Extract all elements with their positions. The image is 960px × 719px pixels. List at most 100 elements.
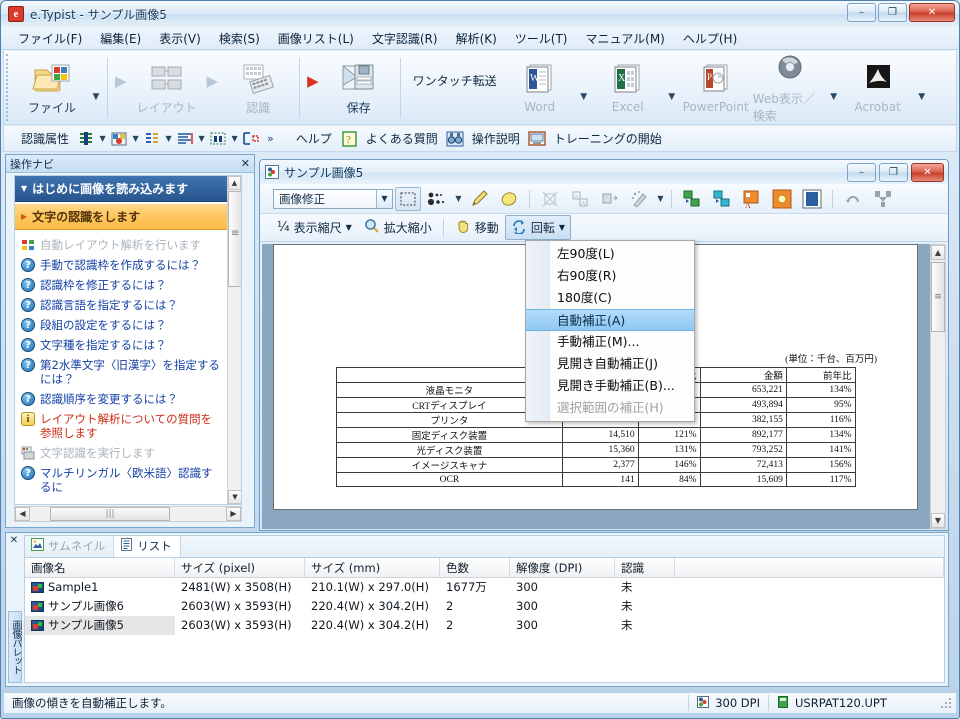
- chevron-down-icon[interactable]: ▼: [376, 189, 392, 208]
- toolbar-word-button[interactable]: W Word: [503, 53, 577, 123]
- nav-item-order[interactable]: ? 認識順序を変更するには？: [15, 389, 227, 409]
- mdi-restore-button[interactable]: ❐: [879, 162, 908, 182]
- toolbar-layout-button[interactable]: レイアウト: [130, 53, 204, 123]
- magic-wand-tool[interactable]: [627, 187, 653, 211]
- maximize-button[interactable]: ❐: [878, 3, 907, 22]
- minimize-button[interactable]: –: [847, 3, 876, 22]
- toolbar-grip[interactable]: [6, 54, 13, 121]
- select-rect-tool[interactable]: [395, 186, 421, 211]
- menuitem-rotate-left90[interactable]: 左90度(L): [526, 243, 694, 265]
- brightness-tool[interactable]: [769, 187, 795, 211]
- acrobat-dropdown-caret[interactable]: ▼: [915, 92, 929, 102]
- table-block-caret[interactable]: ▼: [163, 134, 174, 143]
- chevron-down-icon[interactable]: ▼: [559, 223, 565, 232]
- dotted-block-caret[interactable]: ▼: [229, 134, 240, 143]
- pencil-tool[interactable]: [466, 187, 492, 211]
- nav-vertical-scrollbar[interactable]: ▲ ▼: [227, 176, 241, 504]
- nav-hscroll-thumb[interactable]: |||: [50, 507, 170, 521]
- nav-item-columns[interactable]: ? 段組の設定をするには？: [15, 315, 227, 335]
- move-block-tool[interactable]: [597, 187, 623, 211]
- scroll-right-icon[interactable]: ▶: [226, 507, 241, 521]
- web-dropdown-caret[interactable]: ▼: [827, 92, 841, 102]
- document-scroll-thumb[interactable]: ≡: [931, 262, 945, 332]
- dotted-block-icon[interactable]: [208, 130, 228, 148]
- training-label[interactable]: トレーニングの開始: [548, 130, 668, 147]
- nav-item-multilingual[interactable]: ? マルチリンガル〈欧米語〉認識するに: [15, 463, 227, 497]
- list-panel-close-icon[interactable]: ✕: [8, 535, 20, 546]
- text-block-orange-tool[interactable]: A: [739, 187, 765, 211]
- photo-block-icon[interactable]: [109, 130, 129, 148]
- word-dropdown-caret[interactable]: ▼: [577, 92, 591, 102]
- col-header-dpi[interactable]: 解像度 (DPI): [510, 557, 615, 578]
- list-item[interactable]: サンプル画像5 2603(W) x 3593(H) 220.4(W) x 304…: [25, 616, 944, 635]
- toolbar-file-button[interactable]: ファイル: [15, 53, 89, 123]
- toolbar-excel-button[interactable]: X Excel: [591, 53, 665, 123]
- toolbar-save-button[interactable]: 保存: [322, 53, 396, 123]
- image-palette-vertical-tab[interactable]: 画像パレット: [8, 611, 22, 683]
- toolbar-acrobat-button[interactable]: Acrobat: [841, 53, 915, 123]
- zoom-scale-button[interactable]: ¼ 表示縮尺 ▼: [271, 216, 358, 239]
- undo-tool[interactable]: [840, 187, 866, 211]
- edit-mode-combo[interactable]: 画像修正 ▼: [273, 188, 393, 209]
- col-header-colors[interactable]: 色数: [440, 557, 510, 578]
- char-replace-tool[interactable]: A A: [567, 187, 593, 211]
- table-block-icon[interactable]: [142, 130, 162, 148]
- frame-block-icon[interactable]: [241, 130, 261, 148]
- dot-size-tool[interactable]: [425, 187, 451, 211]
- menu-help[interactable]: ヘルプ(H): [674, 27, 746, 50]
- monitor-training-icon[interactable]: [527, 130, 547, 148]
- nav-horizontal-scrollbar[interactable]: ◀ ||| ▶: [14, 506, 242, 522]
- faq-question-icon[interactable]: ?: [339, 130, 359, 148]
- rotate-button[interactable]: 回転 ▼: [504, 215, 571, 240]
- scroll-up-icon[interactable]: ▲: [931, 245, 945, 260]
- col-header-status[interactable]: 認識: [615, 557, 675, 578]
- toolbar-recognize-button[interactable]: 認識: [221, 53, 295, 123]
- chevron-down-icon[interactable]: ▼: [346, 223, 352, 232]
- col-header-name[interactable]: 画像名: [25, 557, 175, 578]
- resize-grip-icon[interactable]: [939, 696, 953, 710]
- toolbar-powerpoint-button[interactable]: P PowerPoint: [679, 53, 753, 123]
- faq-label[interactable]: よくある質問: [360, 130, 444, 147]
- nav-close-icon[interactable]: ✕: [241, 157, 250, 170]
- menuitem-spread-manual-correct[interactable]: 見開き手動補正(B)...: [526, 375, 694, 397]
- insert-cyan-block-tool[interactable]: [709, 187, 735, 211]
- toolbar-web-button[interactable]: Web表示／検索: [753, 53, 827, 123]
- pan-button[interactable]: 移動: [449, 215, 505, 240]
- paragraph-block-caret[interactable]: ▼: [196, 134, 207, 143]
- nav-item-fix-frame[interactable]: ? 認識枠を修正するには？: [15, 275, 227, 295]
- menu-file[interactable]: ファイル(F): [9, 27, 91, 50]
- nav-section-load-image[interactable]: ▼ はじめに画像を読み込みます: [15, 176, 227, 202]
- insert-green-block-tool[interactable]: [679, 187, 705, 211]
- nav-item-chartype[interactable]: ? 文字種を指定するには？: [15, 335, 227, 355]
- menu-ocr[interactable]: 文字認識(R): [363, 27, 447, 50]
- menuitem-manual-correct[interactable]: 手動補正(M)...: [526, 331, 694, 353]
- nav-item-run-ocr[interactable]: 文字認識を実行します: [15, 443, 227, 463]
- menu-view[interactable]: 表示(V): [150, 27, 210, 50]
- paragraph-block-icon[interactable]: [175, 130, 195, 148]
- magic-wand-caret[interactable]: ▼: [655, 194, 666, 203]
- nav-item-jis2[interactable]: ? 第2水準文字〈旧漢字〉を指定するには？: [15, 355, 227, 389]
- menu-image-list[interactable]: 画像リスト(L): [269, 27, 363, 50]
- tab-thumbnail[interactable]: サムネイル: [25, 536, 115, 557]
- menuitem-spread-auto-correct[interactable]: 見開き自動補正(J): [526, 353, 694, 375]
- file-dropdown-caret[interactable]: ▼: [89, 92, 103, 102]
- col-header-size-px[interactable]: サイズ (pixel): [175, 557, 305, 578]
- list-item[interactable]: サンプル画像6 2603(W) x 3593(H) 220.4(W) x 304…: [25, 597, 944, 616]
- menu-analyze[interactable]: 解析(K): [447, 27, 506, 50]
- nav-item-layout-faq[interactable]: i レイアウト解析についての質問を参照します: [15, 409, 227, 443]
- close-button[interactable]: ✕: [909, 3, 955, 22]
- menu-manual[interactable]: マニュアル(M): [577, 27, 674, 50]
- menuitem-rotate-right90[interactable]: 右90度(R): [526, 265, 694, 287]
- nav-item-language[interactable]: ? 認識言語を指定するには？: [15, 295, 227, 315]
- nav-item-auto-layout[interactable]: 自動レイアウト解析を行います: [15, 235, 227, 255]
- invert-tool[interactable]: [799, 187, 825, 211]
- mdi-close-button[interactable]: ✕: [911, 162, 944, 182]
- dot-size-caret[interactable]: ▼: [453, 194, 464, 203]
- document-vertical-scrollbar[interactable]: ▲ ≡ ▼: [930, 244, 946, 529]
- binoculars-icon[interactable]: [445, 130, 465, 148]
- menu-search[interactable]: 検索(S): [210, 27, 269, 50]
- merge-tool[interactable]: [870, 187, 896, 211]
- zoom-inout-button[interactable]: 拡大縮小: [358, 215, 438, 240]
- toolbar-overflow-button[interactable]: »: [262, 132, 279, 145]
- col-header-size-mm[interactable]: サイズ (mm): [305, 557, 440, 578]
